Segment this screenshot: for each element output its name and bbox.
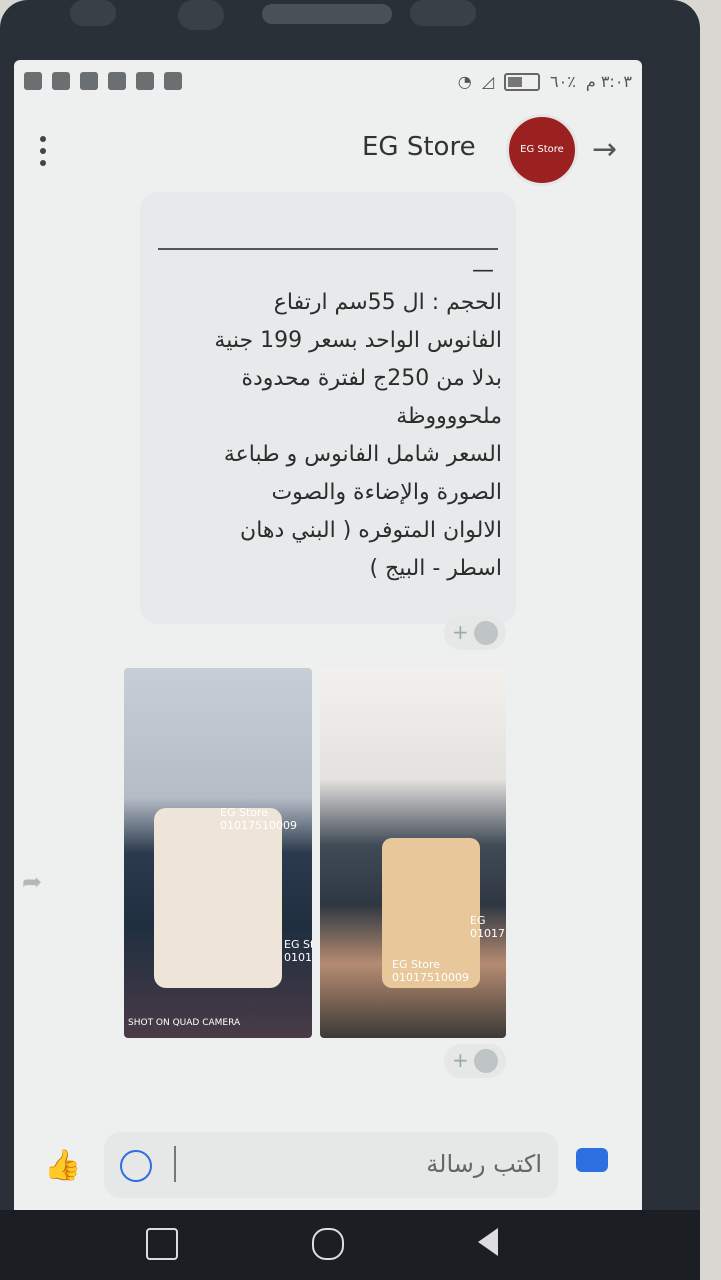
image2-watermark-2: EG 01017 [470, 914, 505, 940]
react-button-2[interactable]: + [444, 1044, 506, 1078]
warning-icon [136, 72, 154, 90]
screen: ◔ ◿ ٦٠٪ ٣:٠٣ م EG Store EG Store → — الح… [14, 60, 642, 1215]
image1-camera-label: SHOT ON QUAD CAMERA [128, 1018, 241, 1028]
react-button[interactable]: + [444, 616, 506, 650]
status-bar: ◔ ◿ ٦٠٪ ٣:٠٣ م [14, 60, 642, 106]
message-input[interactable]: اكتب رسالة [104, 1132, 558, 1198]
chat-header: EG Store EG Store → [14, 106, 642, 192]
like-icon[interactable]: 👍 [44, 1148, 81, 1183]
emoji-icon[interactable] [120, 1150, 152, 1182]
share-icon[interactable]: ➦ [22, 868, 42, 896]
composer: 👍 اكتب رسالة [14, 1122, 642, 1208]
avatar[interactable]: EG Store [506, 114, 578, 186]
notification-icons [24, 72, 182, 90]
system-navigation-bar [0, 1210, 700, 1280]
lantern-image-1[interactable]: EG Store 01017510009 EG St 0101751 SHOT … [124, 668, 312, 1038]
clock: ٣:٠٣ م [585, 72, 632, 91]
message-dash: — [472, 258, 494, 283]
image1-watermark-2: EG St 0101751 [284, 938, 312, 964]
smile-icon [474, 621, 498, 645]
message-text: الحجم : ال 55سم ارتفاع الفانوس الواحد بس… [214, 290, 502, 581]
smile-icon [474, 1049, 498, 1073]
separator-line [158, 248, 498, 250]
home-button[interactable] [312, 1228, 344, 1260]
lantern-photo-1 [154, 808, 282, 988]
front-camera-2 [178, 0, 224, 30]
earpiece-speaker [262, 4, 392, 24]
front-camera [70, 0, 116, 26]
status-right: ◔ ◿ ٦٠٪ ٣:٠٣ م [458, 72, 632, 91]
message-placeholder: اكتب رسالة [426, 1150, 542, 1178]
chat-area: — الحجم : ال 55سم ارتفاع الفانوس الواحد … [14, 192, 642, 1132]
facebook-icon [52, 72, 70, 90]
phone-frame: ◔ ◿ ٦٠٪ ٣:٠٣ م EG Store EG Store → — الح… [0, 0, 700, 1280]
battery-level: ٦٠٪ [550, 72, 576, 91]
plus-icon: + [452, 620, 469, 644]
minus-circle-icon [80, 72, 98, 90]
image1-watermark: EG Store 01017510009 [220, 806, 297, 832]
chat-title[interactable]: EG Store [362, 132, 476, 162]
message-bubble[interactable]: — الحجم : ال 55سم ارتفاع الفانوس الواحد … [140, 192, 516, 624]
signal-icon: ◿ [481, 72, 495, 91]
close-icon [108, 72, 126, 90]
input-divider [174, 1146, 176, 1182]
back-button[interactable] [478, 1228, 498, 1256]
battery-icon [504, 72, 541, 91]
plus-icon: + [452, 1048, 469, 1072]
whatsapp-icon [24, 72, 42, 90]
arrow-back-icon[interactable]: → [592, 132, 617, 167]
lantern-image-2[interactable]: EG Store 01017510009 EG 01017 [320, 668, 506, 1038]
camera-icon[interactable] [576, 1148, 608, 1172]
recent-apps-button[interactable] [146, 1228, 178, 1260]
image2-watermark: EG Store 01017510009 [392, 958, 469, 984]
proximity-sensor [410, 0, 476, 26]
wifi-icon: ◔ [457, 72, 472, 91]
phone-icon [164, 72, 182, 90]
more-vert-icon[interactable] [40, 136, 46, 172]
